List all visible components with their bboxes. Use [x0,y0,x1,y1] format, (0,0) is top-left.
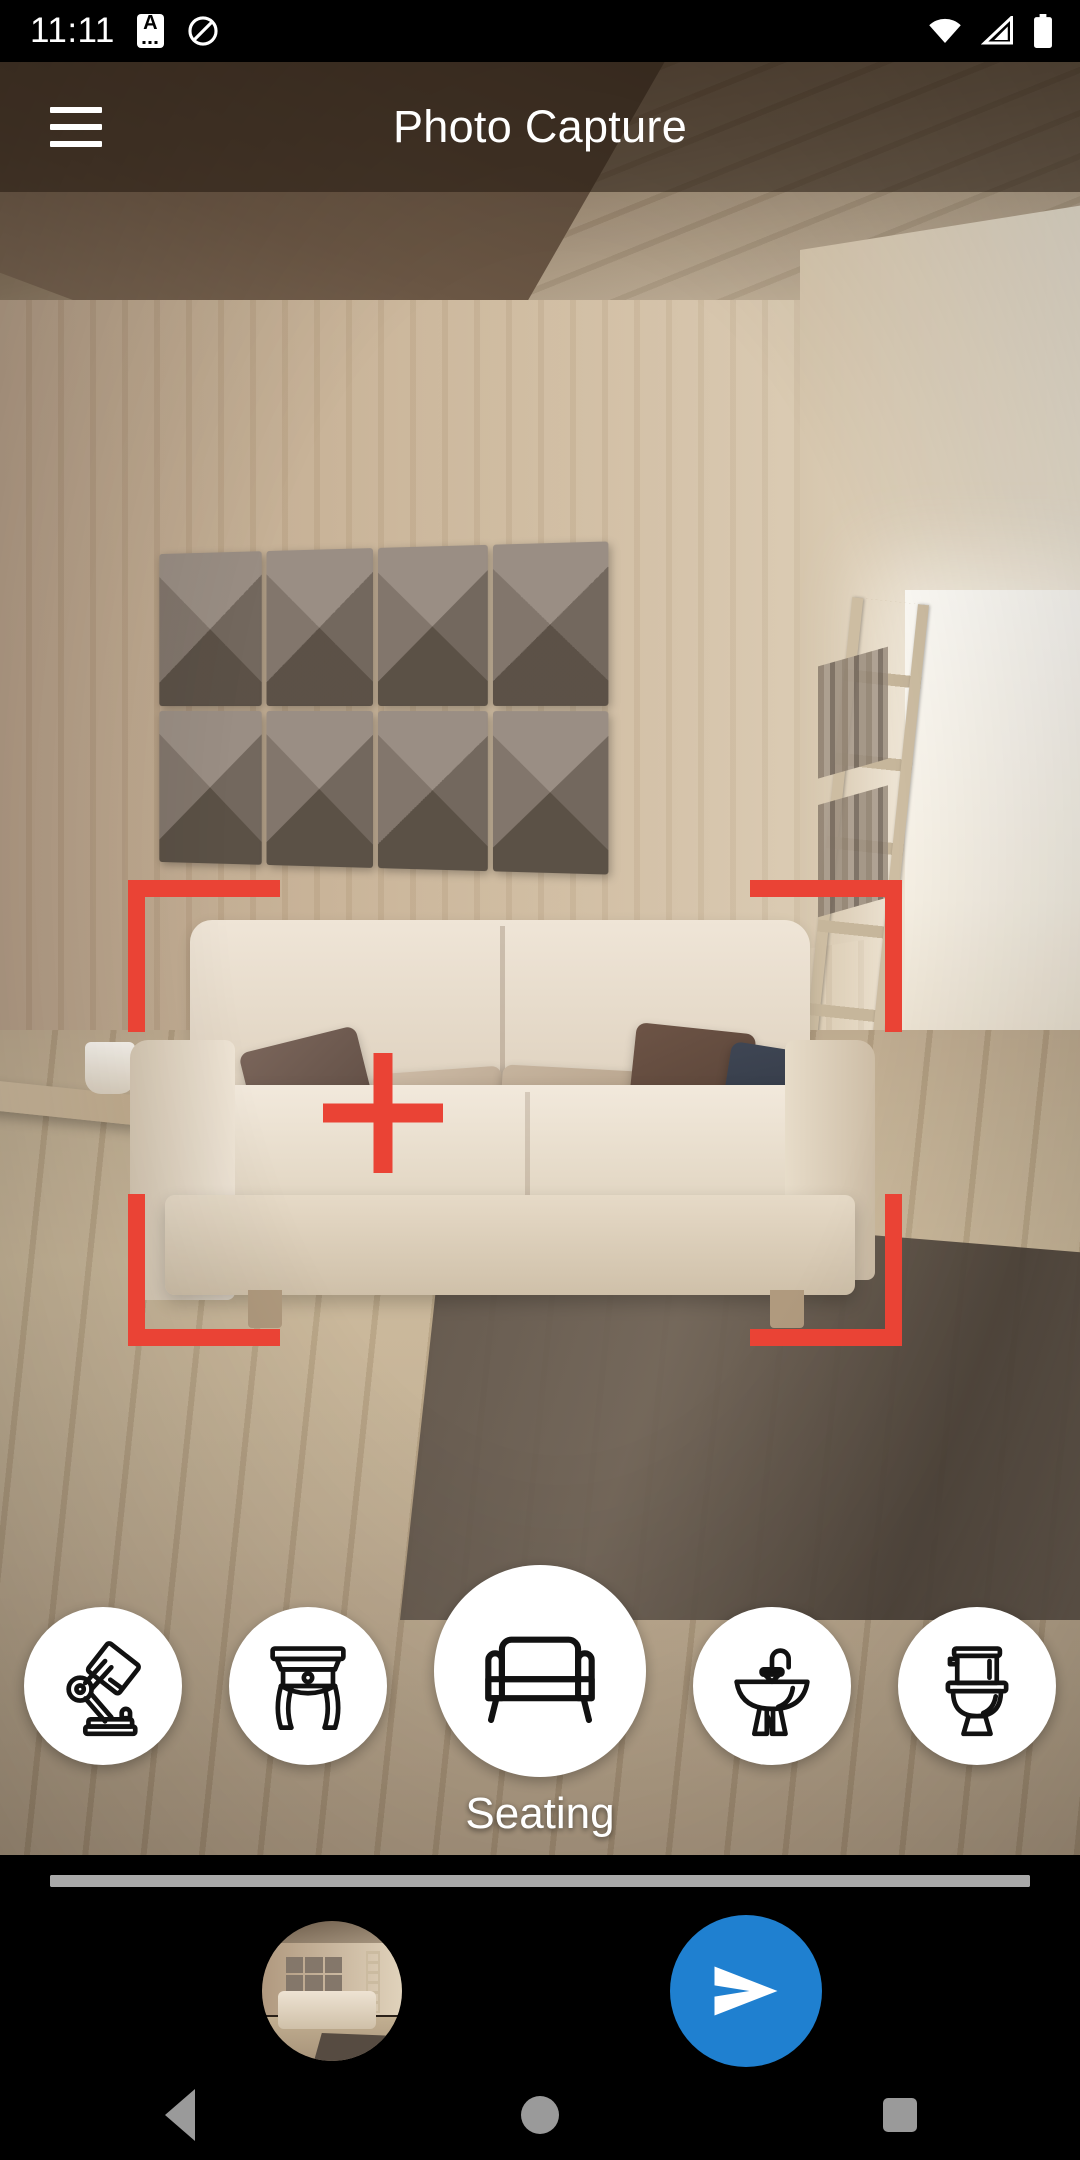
nav-back-button[interactable] [120,2070,240,2160]
caption-a-icon: A [136,13,164,48]
app-bar: Photo Capture [0,62,1080,192]
recents-square-icon [883,2098,917,2132]
capture-progress-bar[interactable] [50,1875,1030,1887]
category-item-lighting[interactable] [24,1565,182,1765]
status-bar-left: 11:11 A [30,11,220,51]
desk-lamp-icon[interactable] [24,1607,182,1765]
cellular-signal-icon [981,16,1013,45]
status-clock: 11:11 [30,11,115,50]
category-selected-label: Seating [465,1789,615,1838]
category-item-seating[interactable]: Seating [434,1565,646,1839]
nav-home-button[interactable] [480,2070,600,2160]
bottom-action-bar [0,1855,1080,2070]
status-bar-right [926,14,1054,48]
toilet-icon[interactable] [898,1607,1056,1765]
send-button[interactable] [670,1915,822,2067]
capture-progress-fill [50,1875,1030,1887]
phone-screen: Seating Photo Capture 11:11 A [0,0,1080,2160]
page-title: Photo Capture [392,101,688,152]
side-table-icon[interactable] [229,1607,387,1765]
do-not-disturb-icon [188,16,218,46]
sofa-icon[interactable] [434,1565,646,1777]
wifi-icon [929,18,961,43]
send-arrow-icon [714,1966,778,2016]
category-item-tables[interactable] [229,1565,387,1765]
category-item-sinks[interactable] [693,1565,851,1765]
category-carousel[interactable]: Seating [0,1565,1080,1855]
category-item-toilets[interactable] [898,1565,1056,1765]
back-triangle-icon [165,2089,195,2141]
last-capture-thumbnail[interactable] [262,1921,402,2061]
android-nav-bar [0,2070,1080,2160]
status-bar: 11:11 A [0,0,1080,62]
pedestal-sink-icon[interactable] [693,1607,851,1765]
battery-icon [1034,14,1052,48]
camera-viewfinder[interactable]: Seating [0,0,1080,1855]
nav-recents-button[interactable] [840,2070,960,2160]
home-circle-icon [521,2096,559,2134]
hamburger-menu-icon[interactable] [28,79,124,175]
